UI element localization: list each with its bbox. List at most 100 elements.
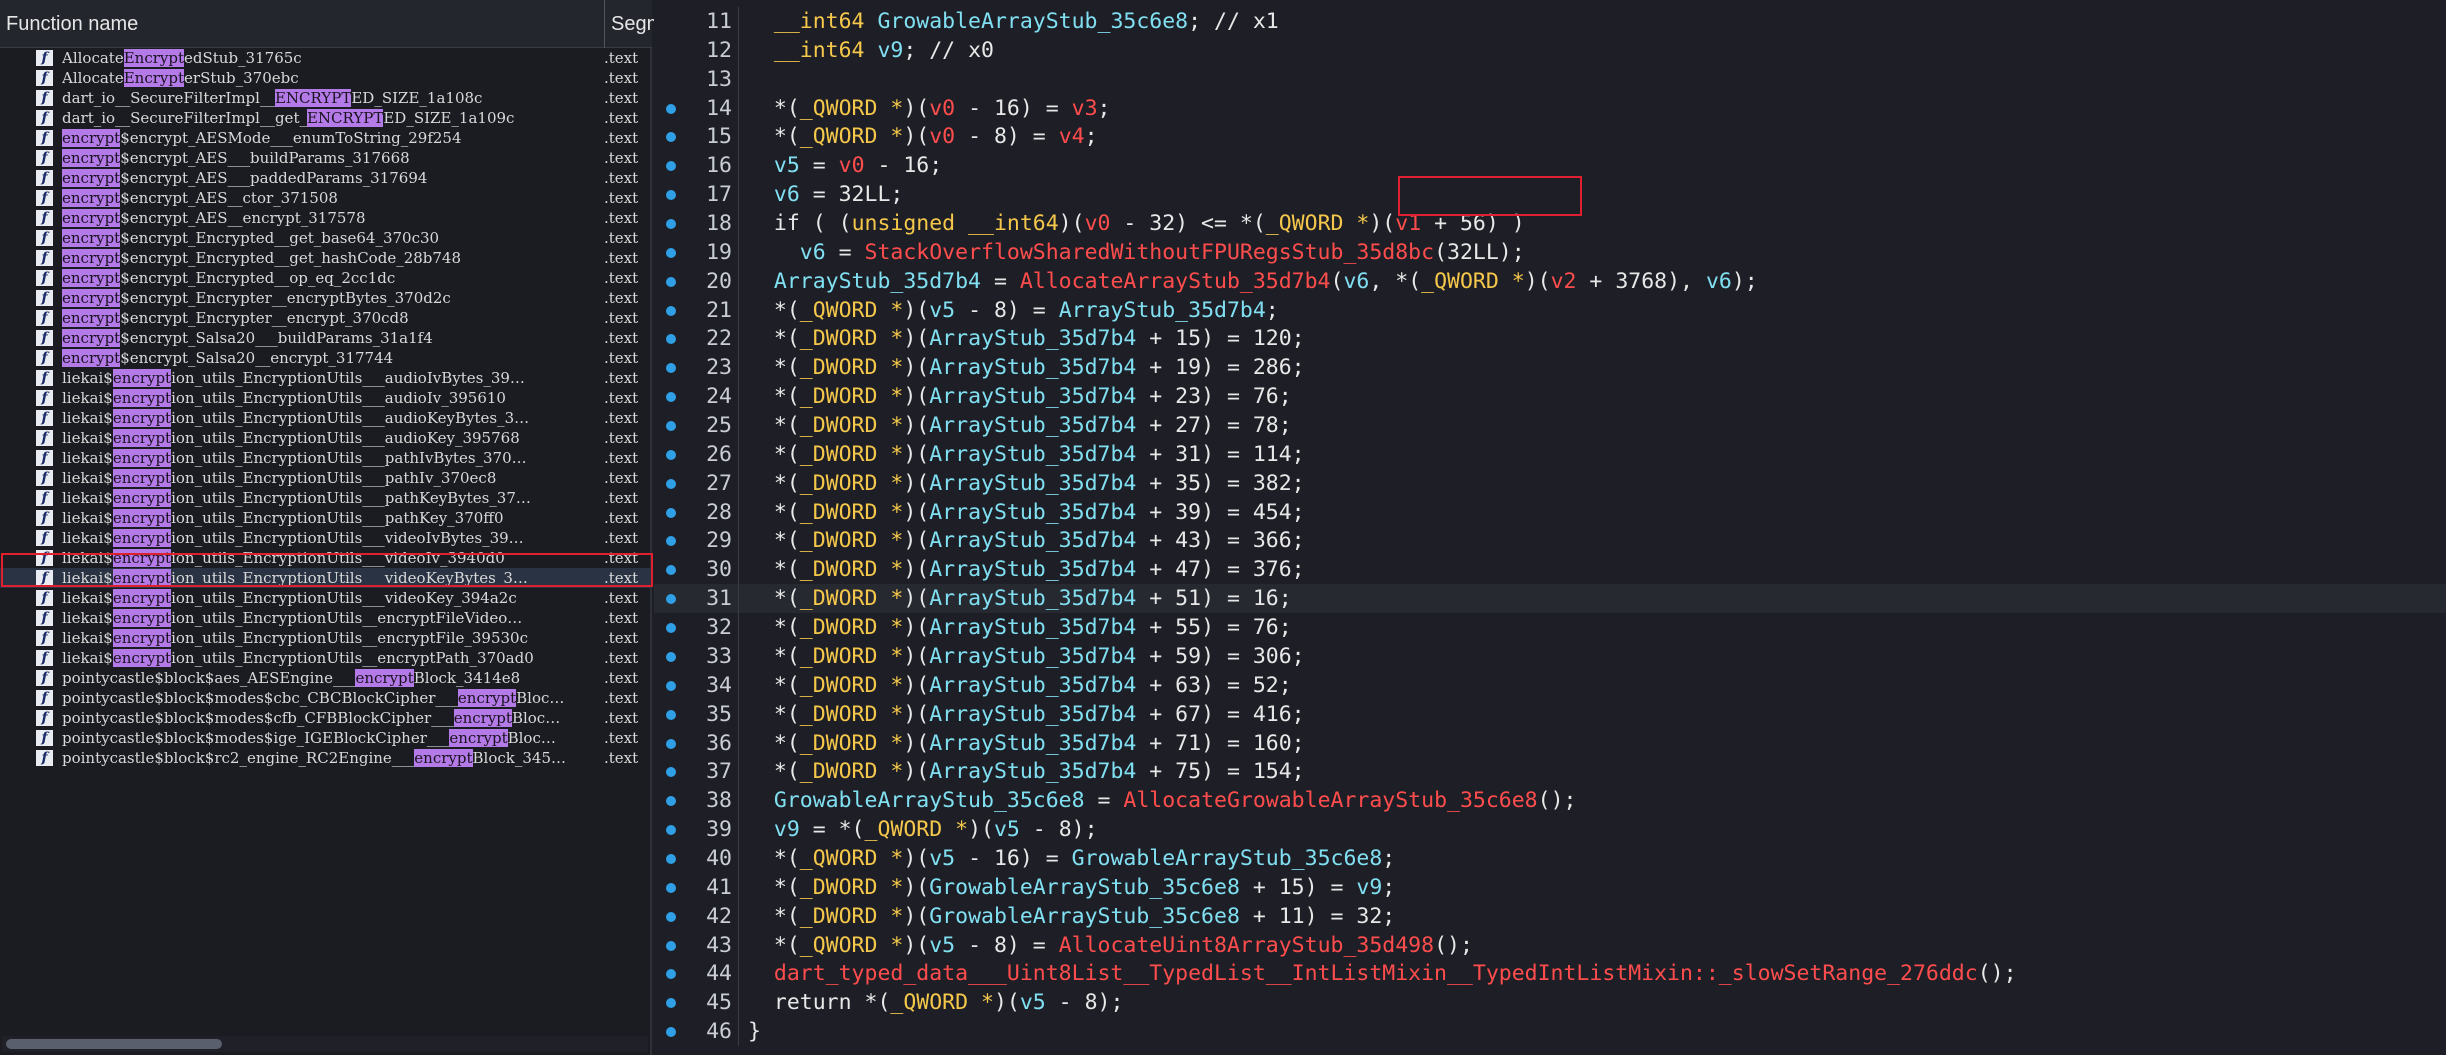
breakpoint-dot-icon[interactable] [666, 594, 676, 605]
column-header-function-name[interactable]: Function name [6, 0, 138, 48]
breakpoint-dot-icon[interactable] [666, 478, 676, 489]
code-line[interactable]: 32 *(_DWORD *)(ArrayStub_35d7b4 + 55) = … [654, 613, 2446, 643]
code-line[interactable]: 30 *(_DWORD *)(ArrayStub_35d7b4 + 47) = … [654, 555, 2446, 585]
function-row[interactable]: f encrypt$encrypt_Encrypter__encrypt_370c… [0, 308, 652, 328]
function-row[interactable]: f dart_io__SecureFilterImpl__get_ENCRYPTE… [0, 108, 652, 128]
breakpoint-dot-icon[interactable] [666, 825, 676, 836]
breakpoint-dot-icon[interactable] [666, 449, 676, 460]
function-row[interactable]: f pointycastle$block$aes_AESEngine___encr… [0, 668, 652, 688]
code-line[interactable]: 33 *(_DWORD *)(ArrayStub_35d7b4 + 59) = … [654, 641, 2446, 671]
function-row[interactable]: f liekai$encryption_utils_EncryptionUtils… [0, 488, 652, 508]
function-row[interactable]: f encrypt$encrypt_AES__ctor_371508 .text [0, 188, 652, 208]
code-line[interactable]: 41 *(_DWORD *)(GrowableArrayStub_35c6e8 … [654, 872, 2446, 902]
scrollbar-thumb[interactable] [6, 1039, 222, 1049]
code-line[interactable]: 37 *(_DWORD *)(ArrayStub_35d7b4 + 75) = … [654, 757, 2446, 787]
function-row[interactable]: f liekai$encryption_utils_EncryptionUtils… [0, 628, 652, 648]
breakpoint-dot-icon[interactable] [666, 680, 676, 691]
function-row[interactable]: f liekai$encryption_utils_EncryptionUtils… [0, 408, 652, 428]
breakpoint-dot-icon[interactable] [666, 161, 676, 172]
function-row[interactable]: f liekai$encryption_utils_EncryptionUtils… [0, 468, 652, 488]
function-row[interactable]: f encrypt$encrypt_Salsa20___buildParams_3… [0, 328, 652, 348]
code-line[interactable]: 39 v9 = *(_QWORD *)(v5 - 8); [654, 815, 2446, 845]
function-row[interactable]: f pointycastle$block$modes$ige_IGEBlockCi… [0, 728, 652, 748]
function-row[interactable]: f liekai$encryption_utils_EncryptionUtils… [0, 428, 652, 448]
function-row[interactable]: f liekai$encryption_utils_EncryptionUtils… [0, 548, 652, 568]
code-line[interactable]: 23 *(_DWORD *)(ArrayStub_35d7b4 + 19) = … [654, 353, 2446, 383]
breakpoint-dot-icon[interactable] [666, 998, 676, 1009]
code-line[interactable]: 15 *(_QWORD *)(v0 - 8) = v4; [654, 122, 2446, 152]
breakpoint-dot-icon[interactable] [666, 103, 676, 114]
function-row[interactable]: f liekai$encryption_utils_EncryptionUtils… [0, 528, 652, 548]
function-row[interactable]: f encrypt$encrypt_AES___buildParams_31766… [0, 148, 652, 168]
code-line[interactable]: 17 v6 = 32LL; [654, 180, 2446, 210]
breakpoint-dot-icon[interactable] [666, 796, 676, 807]
function-row[interactable]: f liekai$encryption_utils_EncryptionUtils… [0, 448, 652, 468]
code-line[interactable]: 45 return *(_QWORD *)(v5 - 8); [654, 988, 2446, 1018]
function-row[interactable]: f liekai$encryption_utils_EncryptionUtils… [0, 568, 652, 588]
code-line[interactable]: 20 ArrayStub_35d7b4 = AllocateArrayStub_… [654, 266, 2446, 296]
function-row[interactable]: f encrypt$encrypt_AES__encrypt_317578 .tex… [0, 208, 652, 228]
function-row[interactable]: f encrypt$encrypt_Encrypted__get_hashCode… [0, 248, 652, 268]
code-line[interactable]: 40 *(_QWORD *)(v5 - 16) = GrowableArrayS… [654, 843, 2446, 873]
code-line[interactable]: 16 v5 = v0 - 16; [654, 151, 2446, 181]
breakpoint-dot-icon[interactable] [666, 190, 676, 201]
function-row[interactable]: f pointycastle$block$rc2_engine_RC2Engine… [0, 748, 652, 768]
code-line[interactable]: 27 *(_DWORD *)(ArrayStub_35d7b4 + 35) = … [654, 468, 2446, 498]
function-row[interactable]: f AllocateEncryptedStub_31765c .text [0, 48, 652, 68]
breakpoint-dot-icon[interactable] [666, 623, 676, 634]
function-row[interactable]: f encrypt$encrypt_Encrypted__op_eq_2cc1dc… [0, 268, 652, 288]
code-line[interactable]: 14 *(_QWORD *)(v0 - 16) = v3; [654, 93, 2446, 123]
function-row[interactable]: f liekai$encryption_utils_EncryptionUtils… [0, 388, 652, 408]
breakpoint-dot-icon[interactable] [666, 882, 676, 893]
code-line[interactable]: 43 *(_QWORD *)(v5 - 8) = AllocateUint8Ar… [654, 930, 2446, 960]
code-line[interactable]: 36 *(_DWORD *)(ArrayStub_35d7b4 + 71) = … [654, 728, 2446, 758]
code-line[interactable]: 18 if ( (unsigned __int64)(v0 - 32) <= *… [654, 209, 2446, 239]
function-row[interactable]: f liekai$encryption_utils_EncryptionUtils… [0, 608, 652, 628]
breakpoint-dot-icon[interactable] [666, 969, 676, 980]
function-row[interactable]: f liekai$encryption_utils_EncryptionUtils… [0, 508, 652, 528]
function-row[interactable]: f encrypt$encrypt_Encrypter__encryptBytes… [0, 288, 652, 308]
breakpoint-dot-icon[interactable] [666, 565, 676, 576]
code-line[interactable]: 26 *(_DWORD *)(ArrayStub_35d7b4 + 31) = … [654, 439, 2446, 469]
code-line[interactable]: 31 *(_DWORD *)(ArrayStub_35d7b4 + 51) = … [654, 584, 2446, 614]
function-row[interactable]: f AllocateEncrypterStub_370ebc .text [0, 68, 652, 88]
breakpoint-dot-icon[interactable] [666, 507, 676, 518]
function-row[interactable]: f liekai$encryption_utils_EncryptionUtils… [0, 588, 652, 608]
breakpoint-dot-icon[interactable] [666, 911, 676, 922]
breakpoint-dot-icon[interactable] [666, 536, 676, 547]
function-row[interactable]: f pointycastle$block$modes$cfb_CFBBlockCi… [0, 708, 652, 728]
code-line[interactable]: 21 *(_QWORD *)(v5 - 8) = ArrayStub_35d7b… [654, 295, 2446, 325]
function-row[interactable]: f liekai$encryption_utils_EncryptionUtils… [0, 368, 652, 388]
breakpoint-dot-icon[interactable] [666, 940, 676, 951]
breakpoint-dot-icon[interactable] [666, 247, 676, 258]
function-row[interactable]: f pointycastle$block$modes$cbc_CBCBlockCi… [0, 688, 652, 708]
function-row[interactable]: f encrypt$encrypt_AES___paddedParams_3176… [0, 168, 652, 188]
code-line[interactable]: 42 *(_DWORD *)(GrowableArrayStub_35c6e8 … [654, 901, 2446, 931]
function-row[interactable]: f encrypt$encrypt_Encrypted__get_base64_3… [0, 228, 652, 248]
breakpoint-dot-icon[interactable] [666, 392, 676, 403]
breakpoint-dot-icon[interactable] [666, 738, 676, 749]
code-line[interactable]: 12 __int64 v9; // x0 [654, 35, 2446, 65]
breakpoint-dot-icon[interactable] [666, 709, 676, 720]
function-row[interactable]: f encrypt$encrypt_AESMode___enumToString_… [0, 128, 652, 148]
breakpoint-dot-icon[interactable] [666, 651, 676, 662]
code-line[interactable]: 46} [654, 1017, 2446, 1047]
function-row[interactable]: f liekai$encryption_utils_EncryptionUtils… [0, 648, 652, 668]
function-row[interactable]: f encrypt$encrypt_Salsa20__encrypt_317744… [0, 348, 652, 368]
breakpoint-dot-icon[interactable] [666, 421, 676, 432]
code-line[interactable]: 38 GrowableArrayStub_35c6e8 = AllocateGr… [654, 786, 2446, 816]
code-line[interactable]: 28 *(_DWORD *)(ArrayStub_35d7b4 + 39) = … [654, 497, 2446, 527]
code-line[interactable]: 24 *(_DWORD *)(ArrayStub_35d7b4 + 23) = … [654, 382, 2446, 412]
breakpoint-dot-icon[interactable] [666, 363, 676, 374]
breakpoint-dot-icon[interactable] [666, 219, 676, 230]
code-line[interactable]: 44 dart_typed_data___Uint8List__TypedLis… [654, 959, 2446, 989]
breakpoint-dot-icon[interactable] [666, 334, 676, 345]
breakpoint-dot-icon[interactable] [666, 1027, 676, 1038]
horizontal-scrollbar[interactable] [2, 1036, 648, 1052]
function-row[interactable]: f dart_io__SecureFilterImpl__ENCRYPTED_SI… [0, 88, 652, 108]
code-line[interactable]: 29 *(_DWORD *)(ArrayStub_35d7b4 + 43) = … [654, 526, 2446, 556]
code-line[interactable]: 13 [654, 64, 2446, 94]
breakpoint-dot-icon[interactable] [666, 276, 676, 287]
code-line[interactable]: 34 *(_DWORD *)(ArrayStub_35d7b4 + 63) = … [654, 670, 2446, 700]
code-line[interactable]: 25 *(_DWORD *)(ArrayStub_35d7b4 + 27) = … [654, 411, 2446, 441]
